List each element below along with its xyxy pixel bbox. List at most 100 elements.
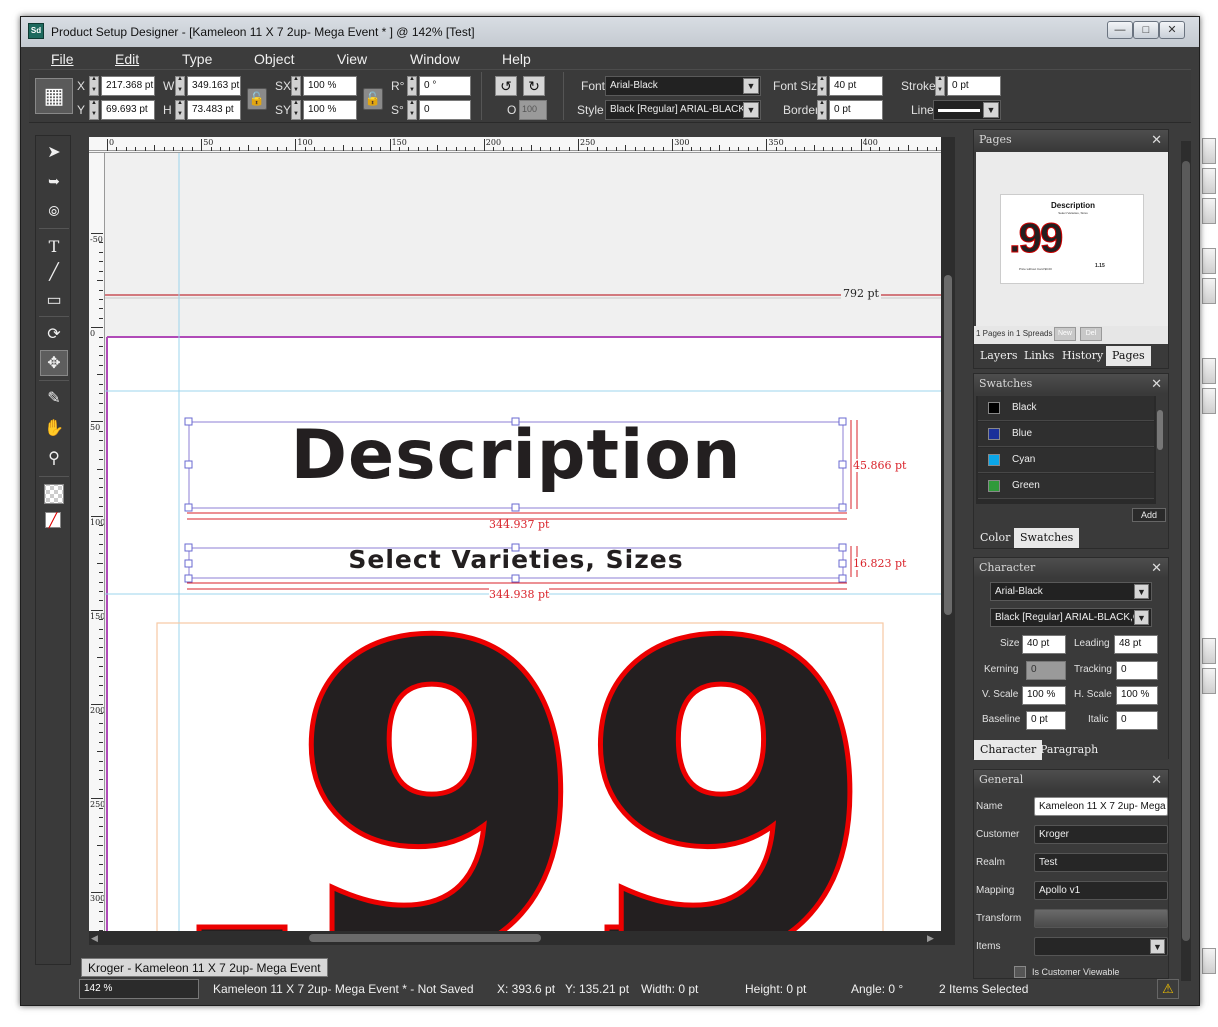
- skew-spinner[interactable]: [407, 100, 417, 120]
- direct-selection-tool-icon[interactable]: ➥: [40, 168, 68, 194]
- description-text-frame[interactable]: Description: [189, 416, 843, 495]
- horizontal-scroll-thumb[interactable]: [309, 934, 541, 942]
- hand-tool-icon[interactable]: ✋: [40, 416, 68, 442]
- delete-page-button[interactable]: Del: [1080, 327, 1102, 341]
- warning-icon[interactable]: ⚠: [1157, 979, 1179, 999]
- design-canvas[interactable]: 792 pt Description Select Varieties, Siz…: [89, 137, 941, 945]
- type-tool-icon[interactable]: T: [40, 234, 68, 260]
- menu-object[interactable]: Object: [254, 51, 294, 67]
- menu-help[interactable]: Help: [502, 51, 531, 67]
- customer-field[interactable]: Kroger: [1034, 825, 1168, 844]
- stroke-input[interactable]: 0 pt: [947, 76, 1001, 96]
- fill-stroke-swatch-icon[interactable]: [44, 484, 64, 504]
- maximize-button[interactable]: □: [1133, 21, 1159, 39]
- style-dropdown[interactable]: Black [Regular] ARIAL-BLACK: [605, 100, 761, 120]
- italic-input[interactable]: 0: [1116, 711, 1158, 730]
- menu-type[interactable]: Type: [182, 51, 212, 67]
- sx-spinner[interactable]: [291, 76, 301, 96]
- horizontal-scrollbar[interactable]: ◀ ▶: [89, 931, 941, 945]
- opacity-input[interactable]: 100: [519, 100, 547, 120]
- transform-field[interactable]: [1034, 909, 1168, 928]
- menu-view[interactable]: View: [337, 51, 367, 67]
- mapping-field[interactable]: Apollo v1: [1034, 881, 1168, 900]
- w-input[interactable]: 349.163 pt: [187, 76, 241, 96]
- swatch-scroll-thumb[interactable]: [1157, 410, 1163, 450]
- character-font-dropdown[interactable]: Arial-Black: [990, 582, 1152, 601]
- panels-scrollbar[interactable]: [1181, 141, 1191, 981]
- border-input[interactable]: 0 pt: [829, 100, 883, 120]
- sy-input[interactable]: 100 %: [303, 100, 357, 120]
- size-input[interactable]: 40 pt: [1022, 635, 1066, 654]
- chevron-down-icon[interactable]: ▼: [1134, 584, 1149, 599]
- tracking-input[interactable]: 0: [1116, 661, 1158, 680]
- swatch-row[interactable]: Green: [978, 474, 1154, 499]
- close-icon[interactable]: ✕: [1151, 772, 1162, 788]
- sx-input[interactable]: 100 %: [303, 76, 357, 96]
- w-spinner[interactable]: [175, 76, 185, 96]
- tab-history[interactable]: History: [1056, 346, 1109, 366]
- tab-color[interactable]: Color: [974, 528, 1016, 548]
- no-color-icon[interactable]: ╱: [45, 512, 61, 528]
- items-dropdown[interactable]: [1034, 937, 1168, 956]
- swatch-row[interactable]: Black: [978, 396, 1154, 421]
- menu-edit[interactable]: Edit: [115, 51, 139, 67]
- vscale-input[interactable]: 100 %: [1022, 686, 1066, 705]
- panels-scroll-thumb[interactable]: [1182, 161, 1190, 941]
- chevron-down-icon[interactable]: ▼: [743, 78, 759, 94]
- y-spinner[interactable]: [89, 100, 99, 120]
- eyedropper-tool-icon[interactable]: ✎: [40, 386, 68, 412]
- menu-window[interactable]: Window: [410, 51, 460, 67]
- tab-paragraph[interactable]: Paragraph: [1034, 740, 1104, 760]
- font-size-input[interactable]: 40 pt: [829, 76, 883, 96]
- kerning-input[interactable]: 0: [1026, 661, 1066, 680]
- vertical-ruler[interactable]: -50 0 50 100 150 200 250 300: [89, 153, 105, 945]
- name-field[interactable]: Kameleon 11 X 7 2up- Mega: [1034, 797, 1168, 816]
- selection-tool-icon[interactable]: ➤: [40, 140, 68, 166]
- leading-input[interactable]: 48 pt: [1114, 635, 1158, 654]
- y-input[interactable]: 69.693 pt: [101, 100, 155, 120]
- border-spinner[interactable]: [817, 100, 827, 120]
- realm-field[interactable]: Test: [1034, 853, 1168, 872]
- close-window-button[interactable]: ✕: [1159, 21, 1185, 39]
- lock-proportions-icon[interactable]: 🔓: [247, 88, 267, 110]
- character-style-dropdown[interactable]: Black [Regular] ARIAL-BLACK,C: [990, 608, 1152, 627]
- reference-point-icon[interactable]: ▦: [35, 78, 73, 114]
- chevron-down-icon[interactable]: ▼: [743, 102, 759, 118]
- minimize-button[interactable]: —: [1107, 21, 1133, 39]
- menu-file[interactable]: File: [51, 51, 74, 67]
- close-icon[interactable]: ✕: [1151, 132, 1162, 148]
- lock-scale-icon[interactable]: 🔓: [363, 88, 383, 110]
- close-icon[interactable]: ✕: [1151, 376, 1162, 392]
- scroll-right-icon[interactable]: ▶: [927, 933, 934, 944]
- vertical-scroll-thumb[interactable]: [944, 275, 952, 615]
- hscale-input[interactable]: 100 %: [1116, 686, 1158, 705]
- customer-viewable-checkbox[interactable]: [1014, 966, 1026, 978]
- rotate-tool-icon[interactable]: ⟳: [40, 322, 68, 348]
- rotation-input[interactable]: 0 °: [419, 76, 471, 96]
- tab-swatches[interactable]: Swatches: [1014, 528, 1080, 548]
- font-size-spinner[interactable]: [817, 76, 827, 96]
- sy-spinner[interactable]: [291, 100, 301, 120]
- chevron-down-icon[interactable]: ▼: [1134, 610, 1149, 625]
- lasso-tool-icon[interactable]: ⦾: [40, 198, 68, 224]
- close-icon[interactable]: ✕: [1151, 560, 1162, 576]
- zoom-field[interactable]: 142 %: [79, 979, 199, 999]
- vertical-scrollbar[interactable]: [941, 137, 955, 945]
- swatch-scrollbar[interactable]: [1156, 396, 1164, 504]
- tab-layers[interactable]: Layers: [974, 346, 1024, 366]
- document-tab[interactable]: Kroger - Kameleon 11 X 7 2up- Mega Event: [81, 958, 328, 977]
- tab-character[interactable]: Character: [974, 740, 1043, 760]
- horizontal-ruler[interactable]: 0 50 100 150 200 250 300 350 400: [89, 137, 941, 153]
- tab-links[interactable]: Links: [1018, 346, 1060, 366]
- skew-input[interactable]: 0: [419, 100, 471, 120]
- page-thumbnail[interactable]: Description Select Varieties, Sizes .99 …: [1000, 194, 1144, 284]
- font-dropdown[interactable]: Arial-Black: [605, 76, 761, 96]
- swatch-row[interactable]: Cyan: [978, 448, 1154, 473]
- h-input[interactable]: 73.483 pt: [187, 100, 241, 120]
- chevron-down-icon[interactable]: ▼: [1150, 939, 1165, 954]
- h-spinner[interactable]: [175, 100, 185, 120]
- chevron-down-icon[interactable]: ▼: [983, 102, 999, 118]
- rectangle-tool-icon[interactable]: ▭: [40, 288, 68, 314]
- rotate-right-icon[interactable]: ↻: [523, 76, 545, 96]
- line-tool-icon[interactable]: ╱: [40, 260, 68, 286]
